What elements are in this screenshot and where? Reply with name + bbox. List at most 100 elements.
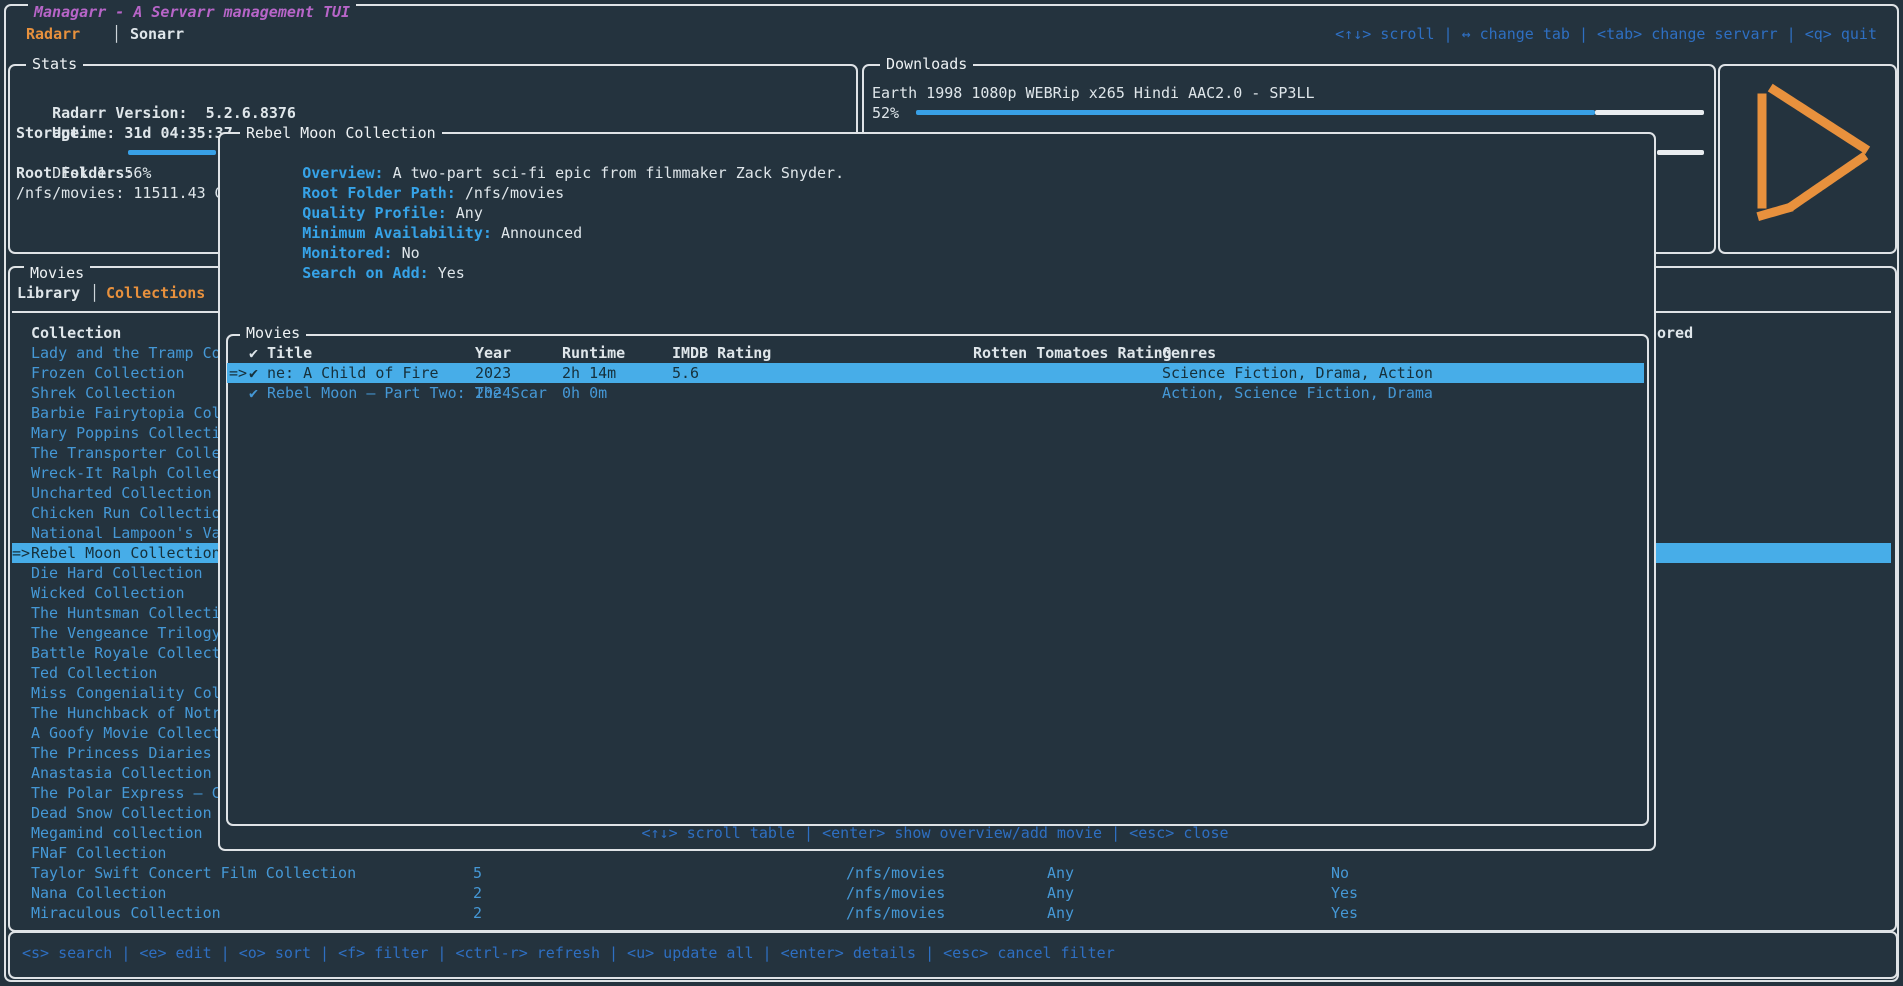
- collection-name: The Polar Express – C: [31, 783, 221, 803]
- collection-list-item[interactable]: Shrek Collection: [12, 383, 218, 403]
- collection-list-item[interactable]: Ted Collection: [12, 663, 218, 683]
- collection-list-item[interactable]: FNaF Collection: [12, 843, 218, 863]
- collection-name: Miss Congeniality Col: [31, 683, 221, 703]
- collection-name: Nana Collection: [31, 883, 166, 903]
- collection-list-item[interactable]: Anastasia Collection: [12, 763, 218, 783]
- movie-row[interactable]: => ✔ ne: A Child of Fire 2023 2h 14m 5.6…: [227, 363, 1644, 383]
- movie-genres: Action, Science Fiction, Drama: [1162, 383, 1433, 403]
- collection-column-header: Collection: [31, 323, 121, 343]
- collection-name: The Transporter Colle: [31, 443, 221, 463]
- collection-name: Mary Poppins Collecti: [31, 423, 221, 443]
- movies-col-imdb: IMDB Rating: [672, 343, 771, 363]
- collection-root-folder: /nfs/movies: [846, 863, 945, 883]
- stats-root-folders-label: Root Folders:: [16, 163, 133, 183]
- collection-name: Taylor Swift Concert Film Collection: [31, 863, 356, 883]
- collection-name: FNaF Collection: [31, 843, 166, 863]
- downloads-panel-title: Downloads: [880, 54, 973, 74]
- modal-info-field: Minimum Availability: Announced: [230, 203, 582, 223]
- collection-list-item[interactable]: Wreck-It Ralph Collec: [12, 463, 218, 483]
- window-title: Managarr - A Servarr management TUI: [28, 2, 356, 22]
- movie-row[interactable]: ✔ Rebel Moon – Part Two: The Scar 2024 0…: [227, 383, 1644, 403]
- field-value: Yes: [438, 264, 465, 282]
- collection-list-item[interactable]: Megamind collection: [12, 823, 218, 843]
- tab-collections[interactable]: Collections: [106, 283, 205, 303]
- tab-library[interactable]: Library: [17, 283, 80, 303]
- collection-name: Frozen Collection: [31, 363, 185, 383]
- download-item-percent: 52%: [872, 103, 899, 123]
- collection-name: Wicked Collection: [31, 583, 185, 603]
- tab-sonarr[interactable]: Sonarr: [130, 24, 184, 44]
- collection-list-item[interactable]: Frozen Collection: [12, 363, 218, 383]
- stats-storage-label: Storage:: [16, 123, 88, 143]
- servarr-tab-separator: │: [112, 24, 121, 44]
- collection-movie-count: 2: [473, 903, 482, 923]
- monitored-column-header-fragment: ored: [1657, 323, 1693, 343]
- collection-list-item[interactable]: Wicked Collection: [12, 583, 218, 603]
- top-keybind-hints: <↑↓> scroll | ↔ change tab | <tab> chang…: [1335, 24, 1877, 44]
- collection-list-item[interactable]: Battle Royale Collect: [12, 643, 218, 663]
- collection-list-item[interactable]: The Hunchback of Notr: [12, 703, 218, 723]
- movies-col-year: Year: [475, 343, 511, 363]
- collection-table-row[interactable]: Taylor Swift Concert Film Collection 5 /…: [0, 863, 1903, 883]
- collection-list-item[interactable]: Barbie Fairytopia Col: [12, 403, 218, 423]
- collection-table-row[interactable]: Nana Collection 2 /nfs/movies Any Yes: [0, 883, 1903, 903]
- collection-name: Miraculous Collection: [31, 903, 221, 923]
- movie-year: 2024: [475, 383, 511, 403]
- movies-panel-title: Movies: [24, 263, 90, 283]
- collection-list-item[interactable]: The Polar Express – C: [12, 783, 218, 803]
- collection-quality-profile: Any: [1047, 903, 1074, 923]
- collection-root-folder: /nfs/movies: [846, 903, 945, 923]
- tab-radarr[interactable]: Radarr: [26, 24, 80, 44]
- modal-movies-subpanel: [226, 334, 1649, 826]
- collection-movie-count: 5: [473, 863, 482, 883]
- movie-year: 2023: [475, 363, 511, 383]
- collection-list-item[interactable]: A Goofy Movie Collect: [12, 723, 218, 743]
- collection-name: Chicken Run Collectio: [31, 503, 221, 523]
- collection-name: Ted Collection: [31, 663, 157, 683]
- modal-keybind-hints: <↑↓> scroll table | <enter> show overvie…: [218, 823, 1652, 843]
- collection-monitored: No: [1331, 863, 1349, 883]
- stats-panel-title: Stats: [26, 54, 83, 74]
- collection-list-item[interactable]: Mary Poppins Collecti: [12, 423, 218, 443]
- collection-list-item[interactable]: Uncharted Collection: [12, 483, 218, 503]
- movies-col-title: Title: [267, 343, 312, 363]
- movies-col-rt: Rotten Tomatoes Rating: [973, 343, 1172, 363]
- disk-usage-gauge: [128, 150, 216, 155]
- collection-name: Die Hard Collection: [31, 563, 203, 583]
- collection-list-item[interactable]: Die Hard Collection: [12, 563, 218, 583]
- monitored-check-icon: ✔: [249, 363, 258, 383]
- collection-list-item[interactable]: The Transporter Colle: [12, 443, 218, 463]
- collection-name: Dead Snow Collection: [31, 803, 212, 823]
- collection-root-folder: /nfs/movies: [846, 883, 945, 903]
- collection-list-item[interactable]: Chicken Run Collectio: [12, 503, 218, 523]
- download-progress-rest: [1595, 110, 1704, 115]
- modal-info-field: Root Folder Path: /nfs/movies: [230, 163, 564, 183]
- collection-name: The Huntsman Collecti: [31, 603, 221, 623]
- collection-name: Shrek Collection: [31, 383, 176, 403]
- collection-table-row[interactable]: Miraculous Collection 2 /nfs/movies Any …: [0, 903, 1903, 923]
- modal-info-field: Overview: A two-part sci-fi epic from fi…: [230, 143, 844, 163]
- movies-col-check: ✔: [249, 343, 258, 363]
- bottom-keybind-hints: <s> search | <e> edit | <o> sort | <f> f…: [22, 943, 1115, 963]
- download-progress-filled: [916, 110, 1595, 115]
- field-value: Announced: [501, 224, 582, 242]
- movie-imdb-rating: 5.6: [672, 363, 699, 383]
- collection-monitored: Yes: [1331, 903, 1358, 923]
- collection-list-item[interactable]: Dead Snow Collection: [12, 803, 218, 823]
- collection-list-item[interactable]: Miss Congeniality Col: [12, 683, 218, 703]
- collection-name: Battle Royale Collect: [31, 643, 221, 663]
- collection-name: The Princess Diaries: [31, 743, 212, 763]
- collection-list-item[interactable]: The Huntsman Collecti: [12, 603, 218, 623]
- collection-name: Wreck-It Ralph Collec: [31, 463, 221, 483]
- collection-monitored: Yes: [1331, 883, 1358, 903]
- collection-name: Rebel Moon Collection: [31, 543, 221, 563]
- collection-list-item[interactable]: The Vengeance Trilogy: [12, 623, 218, 643]
- collection-name: Barbie Fairytopia Col: [31, 403, 221, 423]
- collection-list-item[interactable]: The Princess Diaries: [12, 743, 218, 763]
- collection-list-item[interactable]: National Lampoon's Va: [12, 523, 218, 543]
- collection-list-item[interactable]: Lady and the Tramp Co: [12, 343, 218, 363]
- selected-row-marker: =>: [229, 363, 247, 383]
- collection-name: A Goofy Movie Collect: [31, 723, 221, 743]
- movies-col-genres: Genres: [1162, 343, 1216, 363]
- collection-list-item[interactable]: => Rebel Moon Collection: [12, 543, 218, 563]
